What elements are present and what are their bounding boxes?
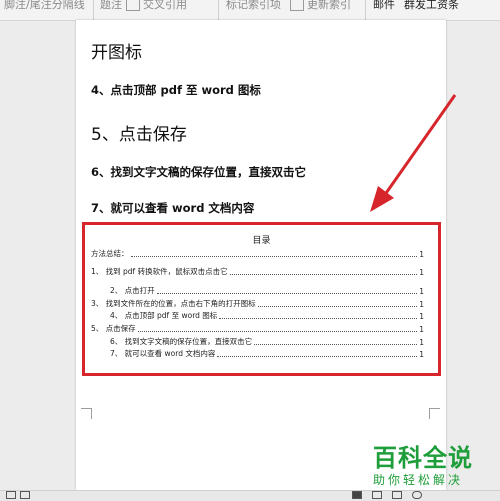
toc-entry-text: 4、 点击顶部 pdf 至 word 图标	[110, 311, 218, 320]
toc-entry-page: 1	[419, 338, 424, 347]
crop-mark	[81, 408, 92, 419]
ribbon-separator	[93, 0, 94, 20]
update-index-button[interactable]: 更新索引	[290, 0, 351, 12]
toc-entry-text: 2、 点击打开	[110, 286, 155, 295]
toc-leader	[219, 318, 418, 319]
watermark-logo: 百科全说 助你轻松解决	[373, 438, 473, 488]
toc-entry[interactable]: 2、 点击打开 1	[110, 286, 424, 296]
toc-entry[interactable]: 6、 找到文字文稿的保存位置，直接双击它 1	[110, 337, 424, 347]
watermark-title: 百科全说	[373, 444, 473, 472]
toc-entry-text: 6、 找到文字文稿的保存位置，直接双击它	[110, 337, 253, 346]
mail-button[interactable]: 邮件	[373, 0, 395, 12]
toc-entry[interactable]: 1、 找到 pdf 转换软件，鼠标双击点击它 1	[91, 267, 424, 277]
toc-entry[interactable]: 4、 点击顶部 pdf 至 word 图标 1	[110, 311, 424, 321]
toc-title: 目录	[252, 236, 271, 246]
toc-leader	[156, 293, 418, 294]
toc-leader	[217, 356, 418, 357]
cross-reference-icon	[126, 0, 140, 11]
toc-leader	[257, 306, 418, 307]
toc-entry-text: 方法总结：	[91, 249, 129, 258]
crop-mark	[429, 408, 440, 419]
document-line: 6、找到文字文稿的保存位置，直接双击它	[91, 165, 306, 179]
document-line: 4、点击顶部 pdf 至 word 图标	[91, 83, 261, 97]
ribbon-separator	[365, 0, 366, 20]
status-icon[interactable]	[20, 491, 30, 499]
read-view-icon[interactable]	[392, 491, 402, 499]
mark-index-entry-button[interactable]: 标记索引项	[226, 0, 281, 12]
toc-entry-page: 1	[419, 287, 424, 296]
toc-entry-page: 1	[419, 312, 424, 321]
globe-icon[interactable]	[412, 491, 422, 499]
document-line: 7、就可以查看 word 文档内容	[91, 201, 255, 215]
refresh-icon	[290, 0, 304, 11]
toc-entry-text: 5、 点击保存	[91, 324, 136, 333]
ribbon-toolbar: 脚注/尾注分隔线 题注 交叉引用 标记索引项 更新索引 邮件 群发工资条	[0, 0, 500, 21]
caption-button[interactable]: 题注	[100, 0, 122, 12]
toc-entry-text: 7、 就可以查看 word 文档内容	[110, 349, 216, 358]
footnote-separator-button[interactable]: 脚注/尾注分隔线	[4, 0, 85, 12]
toc-entry[interactable]: 7、 就可以查看 word 文档内容 1	[110, 349, 424, 359]
cross-reference-button[interactable]: 交叉引用	[126, 0, 187, 12]
toc-leader	[137, 331, 418, 332]
toc-entry-text: 1、 找到 pdf 转换软件，鼠标双击点击它	[91, 267, 228, 276]
toc-entry[interactable]: 5、 点击保存 1	[91, 324, 424, 334]
toc-entry-page: 1	[419, 250, 424, 259]
watermark-subtitle: 助你轻松解决	[373, 473, 464, 487]
document-line: 开图标	[91, 43, 142, 63]
toc-entry-page: 1	[419, 268, 424, 277]
document-heading: 5、点击保存	[91, 125, 187, 145]
toc-entry[interactable]: 方法总结： 1	[91, 249, 424, 259]
toc-leader	[130, 256, 418, 257]
page-view-icon[interactable]	[352, 491, 362, 499]
table-of-contents: 目录 方法总结： 1 1、 找到 pdf 转换软件，鼠标双击点击它 1 2、 点击打…	[82, 222, 441, 376]
toc-entry-page: 1	[419, 325, 424, 334]
toc-entry[interactable]: 3、 找到文件所在的位置，点击右下角的打开图标 1	[91, 299, 424, 309]
toc-entry-text: 3、 找到文件所在的位置，点击右下角的打开图标	[91, 299, 256, 308]
web-view-icon[interactable]	[372, 491, 382, 499]
status-bar	[0, 490, 500, 501]
toc-entry-page: 1	[419, 350, 424, 359]
toc-leader	[254, 344, 418, 345]
document-page[interactable]: 开图标 4、点击顶部 pdf 至 word 图标 5、点击保存 6、找到文字文稿…	[76, 20, 446, 490]
status-icon[interactable]	[6, 491, 16, 499]
batch-payslip-button[interactable]: 群发工资条	[404, 0, 459, 12]
toc-entry-page: 1	[419, 300, 424, 309]
ribbon-separator	[218, 0, 219, 20]
toc-leader	[229, 274, 418, 275]
